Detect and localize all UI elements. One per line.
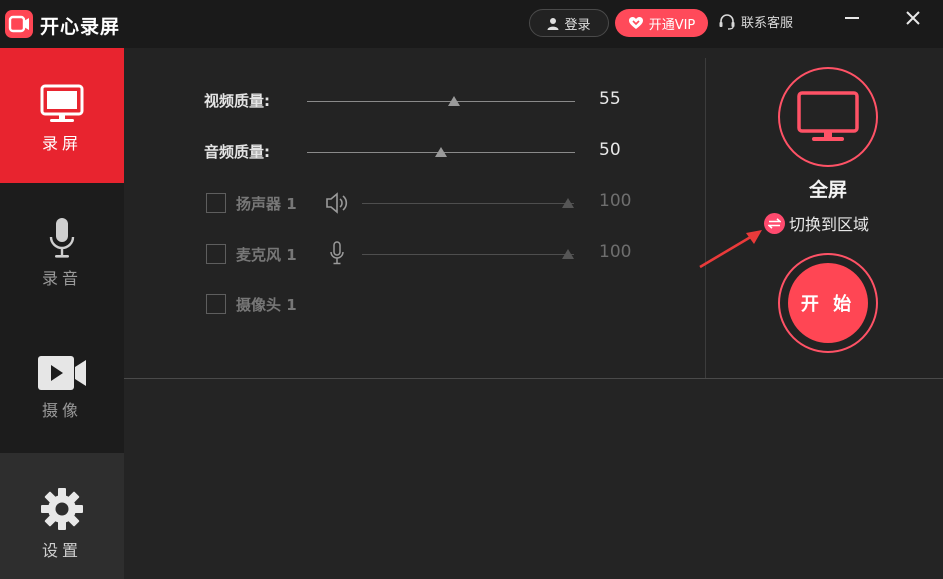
close-icon [906, 11, 920, 25]
camera-label: 摄像头 1 [236, 295, 297, 314]
app-title: 开心录屏 [40, 16, 121, 38]
audio-quality-value: 50 [599, 140, 621, 160]
switch-to-region-link[interactable]: 切换到区域 [764, 211, 869, 235]
sidebar-item-label: 设置 [41, 541, 82, 560]
slider-thumb[interactable] [562, 249, 574, 259]
vip-button[interactable]: 开通VIP [615, 9, 708, 37]
service-label: 联系客服 [741, 16, 794, 31]
video-quality-row: 视频质量: [204, 88, 270, 112]
microphone-volume-slider[interactable] [362, 249, 574, 261]
camera-checkbox[interactable] [206, 294, 226, 314]
sidebar-item-label: 录屏 [41, 134, 82, 153]
sidebar-item-record-audio[interactable]: 录音 [0, 183, 124, 317]
user-icon [547, 17, 559, 30]
video-quality-slider[interactable] [307, 96, 575, 108]
title-bar: 开心录屏 登录 开通VIP 联系客服 [0, 0, 943, 48]
panel-divider [705, 58, 706, 378]
sidebar-item-label: 摄像 [41, 401, 82, 420]
sidebar-item-record-screen[interactable]: 录屏 [0, 48, 124, 183]
close-button[interactable] [883, 0, 943, 36]
audio-quality-label: 音频质量: [204, 142, 270, 161]
minimize-icon [845, 17, 859, 19]
annotation-arrow-icon [699, 230, 762, 269]
speaker-label: 扬声器 1 [236, 194, 297, 213]
login-label: 登录 [564, 17, 591, 33]
fullscreen-mode-button[interactable] [778, 67, 878, 167]
microphone-checkbox[interactable] [206, 244, 226, 264]
microphone-label: 麦克风 1 [236, 245, 297, 264]
vip-label: 开通VIP [648, 17, 696, 33]
sidebar-item-label: 录音 [41, 269, 82, 288]
swap-icon [764, 212, 785, 234]
speaker-icon [326, 192, 348, 214]
preview-area [124, 379, 943, 579]
app-logo-icon [5, 10, 33, 38]
speaker-row: 扬声器 1 [206, 191, 297, 215]
diamond-icon [628, 17, 643, 29]
microphone-icon [330, 241, 344, 265]
monitor-icon [40, 84, 84, 122]
headset-icon [719, 14, 735, 30]
microphone-icon [49, 218, 75, 258]
microphone-volume-value: 100 [599, 242, 632, 262]
slider-thumb[interactable] [448, 96, 460, 106]
video-camera-icon [38, 356, 86, 390]
video-quality-label: 视频质量: [204, 91, 270, 110]
slider-thumb[interactable] [562, 198, 574, 208]
customer-service-button[interactable]: 联系客服 [718, 12, 793, 31]
start-label: 开 始 [788, 263, 868, 343]
sidebar-item-camera[interactable]: 摄像 [0, 317, 124, 453]
speaker-volume-value: 100 [599, 191, 632, 211]
sidebar-item-settings[interactable]: 设置 [0, 453, 124, 579]
speaker-volume-slider[interactable] [362, 198, 574, 210]
microphone-row: 麦克风 1 [206, 242, 297, 266]
slider-thumb[interactable] [435, 147, 447, 157]
gear-icon [41, 488, 83, 530]
minimize-button[interactable] [822, 0, 882, 36]
audio-quality-slider[interactable] [307, 147, 575, 159]
capture-mode-title: 全屏 [808, 179, 847, 201]
start-recording-button[interactable]: 开 始 [778, 253, 878, 353]
sidebar: 录屏 录音 摄像 设置 [0, 48, 124, 579]
camera-row: 摄像头 1 [206, 292, 297, 316]
speaker-checkbox[interactable] [206, 193, 226, 213]
monitor-icon [797, 91, 859, 141]
video-quality-value: 55 [599, 89, 621, 109]
audio-quality-row: 音频质量: [204, 139, 270, 163]
switch-label: 切换到区域 [789, 215, 870, 234]
login-button[interactable]: 登录 [529, 9, 609, 37]
